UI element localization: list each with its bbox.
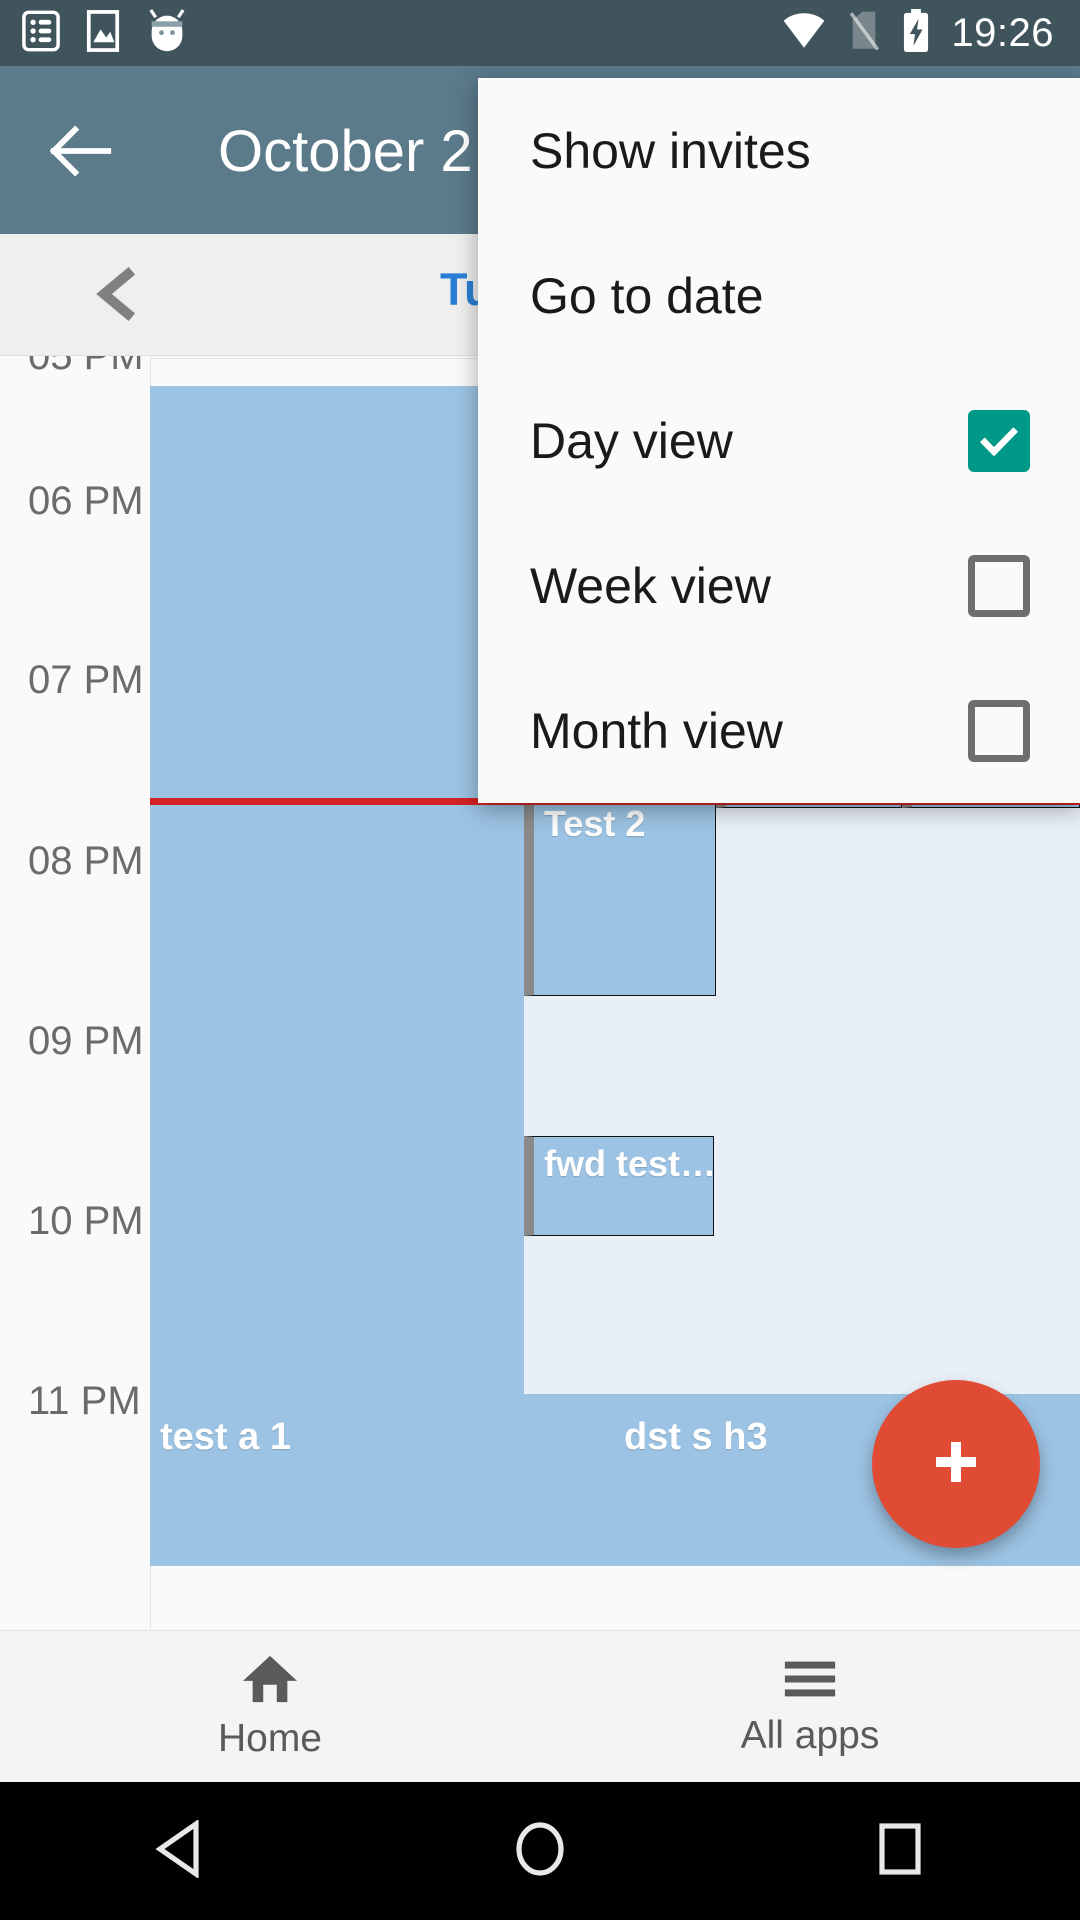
android-navigation-bar	[0, 1782, 1080, 1920]
menu-item-label: Day view	[530, 412, 733, 469]
hour-label-09pm: 09 PM	[28, 1019, 144, 1063]
back-triangle-icon	[154, 1818, 206, 1883]
month-view-checkbox-unchecked[interactable]	[968, 699, 1030, 762]
nav-home-button[interactable]	[360, 1820, 720, 1883]
back-button[interactable]	[46, 116, 116, 186]
no-sim-icon	[847, 10, 881, 57]
nav-recents-button[interactable]	[720, 1821, 1080, 1882]
overflow-menu[interactable]: Show invites Go to date Day view Week vi…	[478, 78, 1080, 803]
plus-icon	[924, 1430, 988, 1499]
day-view-checkbox-checked[interactable]	[968, 409, 1030, 472]
previous-day-button[interactable]	[90, 266, 146, 322]
menu-item-label: Show invites	[530, 122, 811, 179]
menu-item-show-invites[interactable]: Show invites	[478, 78, 1080, 223]
home-icon	[241, 1652, 299, 1711]
page-title: October 2	[218, 119, 473, 184]
launcher-item-label: Home	[217, 1717, 323, 1760]
launcher-item-label: All apps	[740, 1714, 880, 1757]
nav-back-button[interactable]	[0, 1818, 360, 1883]
menu-item-label: Month view	[530, 702, 783, 759]
event-fwd-test[interactable]: fwd test…	[524, 1136, 714, 1236]
event-test-2[interactable]: Test 2	[524, 796, 716, 996]
add-event-fab[interactable]	[872, 1380, 1040, 1548]
hour-label-11pm: 11 PM	[28, 1379, 141, 1423]
android-mascot-icon	[146, 8, 188, 58]
phone-screen: 19:26 October 2 Tue 05 PM 06 PM 07 PM 08…	[0, 0, 1080, 1920]
menu-item-week-view[interactable]: Week view	[478, 513, 1080, 658]
launcher-bar: Home All apps	[0, 1630, 1080, 1782]
launcher-item-all-apps[interactable]: All apps	[540, 1631, 1080, 1782]
menu-item-month-view[interactable]: Month view	[478, 658, 1080, 803]
hour-label-06pm: 06 PM	[28, 479, 144, 523]
image-notification-icon	[86, 9, 120, 57]
hour-label-08pm: 08 PM	[28, 839, 144, 883]
hour-label-07pm: 07 PM	[28, 658, 144, 702]
battery-charging-icon	[901, 8, 931, 58]
launcher-item-home[interactable]: Home	[0, 1631, 540, 1782]
status-bar-notification-icons	[0, 8, 188, 58]
week-view-checkbox-unchecked[interactable]	[968, 554, 1030, 617]
menu-item-go-to-date[interactable]: Go to date	[478, 223, 1080, 368]
status-bar-system-icons: 19:26	[781, 8, 1080, 58]
hour-label-05pm: 05 PM	[28, 356, 144, 378]
wifi-icon	[781, 11, 827, 56]
menu-item-day-view[interactable]: Day view	[478, 368, 1080, 513]
hamburger-icon	[781, 1655, 839, 1708]
allday-event-test-a-1: test a 1	[160, 1416, 291, 1458]
recents-square-icon	[877, 1821, 923, 1882]
hour-label-10pm: 10 PM	[28, 1199, 144, 1243]
allday-event-dst-s-h3: dst s h3	[624, 1416, 768, 1458]
menu-item-label: Go to date	[530, 267, 764, 324]
home-circle-icon	[513, 1820, 567, 1883]
list-notification-icon	[22, 10, 60, 57]
long-left-event[interactable]	[150, 386, 524, 1530]
status-bar: 19:26	[0, 0, 1080, 66]
status-bar-clock: 19:26	[951, 10, 1054, 55]
menu-item-label: Week view	[530, 557, 771, 614]
